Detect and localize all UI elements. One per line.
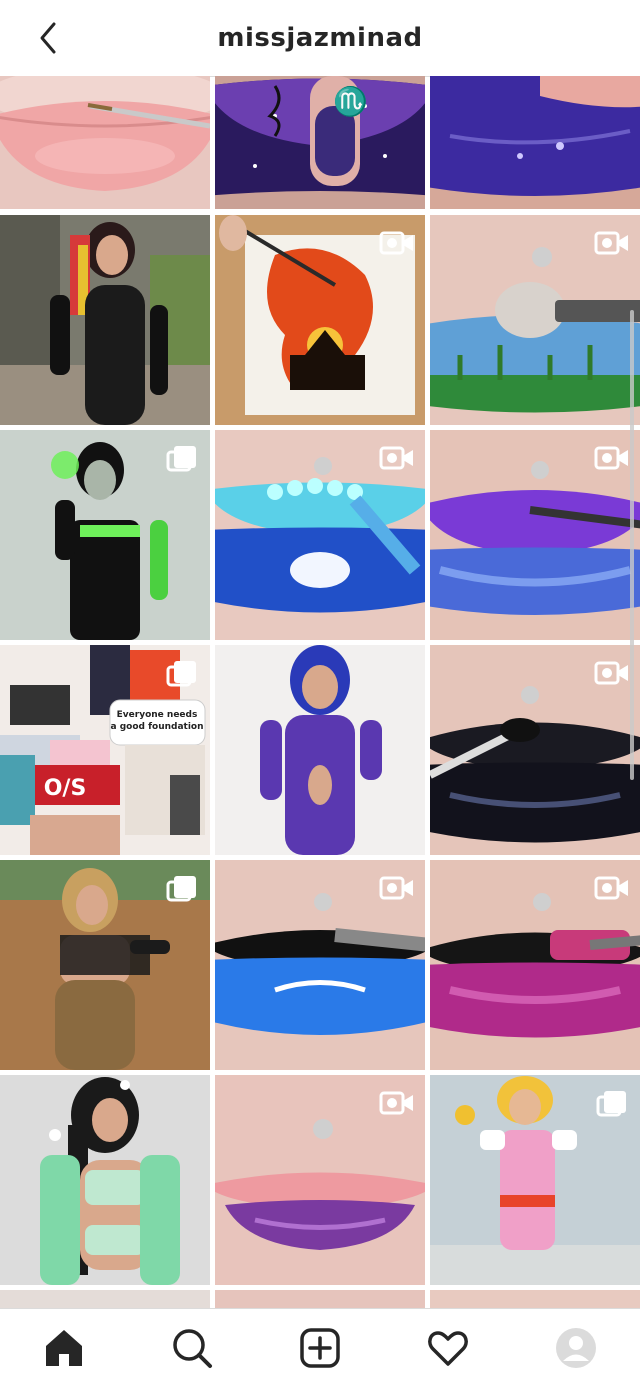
carousel-icon bbox=[166, 446, 196, 472]
back-button[interactable] bbox=[28, 18, 68, 58]
video-icon bbox=[379, 876, 413, 900]
post-tile[interactable] bbox=[430, 860, 640, 1070]
product-text: Everyone needs bbox=[117, 710, 198, 720]
post-tile[interactable]: Everyone needs a good foundation O/S bbox=[0, 645, 210, 855]
bottom-nav bbox=[0, 1308, 640, 1387]
post-thumbnail bbox=[0, 215, 210, 425]
carousel-icon bbox=[596, 1091, 626, 1117]
video-icon bbox=[379, 446, 413, 470]
home-icon bbox=[46, 1330, 82, 1366]
search-icon bbox=[173, 1329, 212, 1368]
post-thumbnail: ♏ bbox=[215, 76, 425, 209]
post-tile[interactable] bbox=[430, 76, 640, 209]
post-tile[interactable] bbox=[0, 1075, 210, 1285]
scrollbar[interactable] bbox=[630, 310, 634, 780]
post-thumbnail bbox=[0, 1075, 210, 1285]
product-logo: O/S bbox=[44, 776, 87, 801]
video-icon bbox=[594, 446, 628, 470]
top-bar: missjazminad bbox=[0, 0, 640, 77]
nav-new-post[interactable] bbox=[288, 1316, 352, 1380]
nav-home[interactable] bbox=[32, 1316, 96, 1380]
video-icon bbox=[594, 661, 628, 685]
post-tile[interactable] bbox=[430, 1290, 640, 1310]
activity-icon bbox=[428, 1331, 468, 1366]
svg-text:♏: ♏ bbox=[333, 85, 368, 118]
post-tile[interactable] bbox=[430, 645, 640, 855]
page-title: missjazminad bbox=[217, 23, 423, 53]
post-tile[interactable] bbox=[430, 215, 640, 425]
nav-profile[interactable] bbox=[544, 1316, 608, 1380]
nav-activity[interactable] bbox=[416, 1316, 480, 1380]
post-tile[interactable] bbox=[430, 1075, 640, 1285]
post-tile[interactable] bbox=[215, 645, 425, 855]
video-icon bbox=[594, 231, 628, 255]
post-tile[interactable] bbox=[215, 1290, 425, 1310]
post-thumbnail bbox=[0, 76, 210, 209]
product-text: a good foundation bbox=[111, 722, 204, 732]
video-icon bbox=[379, 1091, 413, 1115]
post-tile[interactable] bbox=[0, 1290, 210, 1310]
video-icon bbox=[379, 231, 413, 255]
new-post-icon bbox=[300, 1328, 340, 1368]
post-tile[interactable] bbox=[0, 860, 210, 1070]
carousel-icon bbox=[166, 876, 196, 902]
post-tile[interactable] bbox=[215, 860, 425, 1070]
post-tile[interactable]: ♏ bbox=[215, 76, 425, 209]
video-icon bbox=[594, 876, 628, 900]
post-tile[interactable] bbox=[0, 430, 210, 640]
post-thumbnail bbox=[430, 76, 640, 209]
post-thumbnail bbox=[215, 645, 425, 855]
post-tile[interactable] bbox=[215, 215, 425, 425]
chevron-left-icon bbox=[40, 22, 56, 54]
profile-icon bbox=[556, 1328, 596, 1368]
nav-search[interactable] bbox=[160, 1316, 224, 1380]
post-tile[interactable] bbox=[0, 215, 210, 425]
post-tile[interactable] bbox=[0, 76, 210, 209]
carousel-icon bbox=[166, 661, 196, 687]
post-tile[interactable] bbox=[215, 430, 425, 640]
post-tile[interactable] bbox=[215, 1075, 425, 1285]
post-tile[interactable] bbox=[430, 430, 640, 640]
